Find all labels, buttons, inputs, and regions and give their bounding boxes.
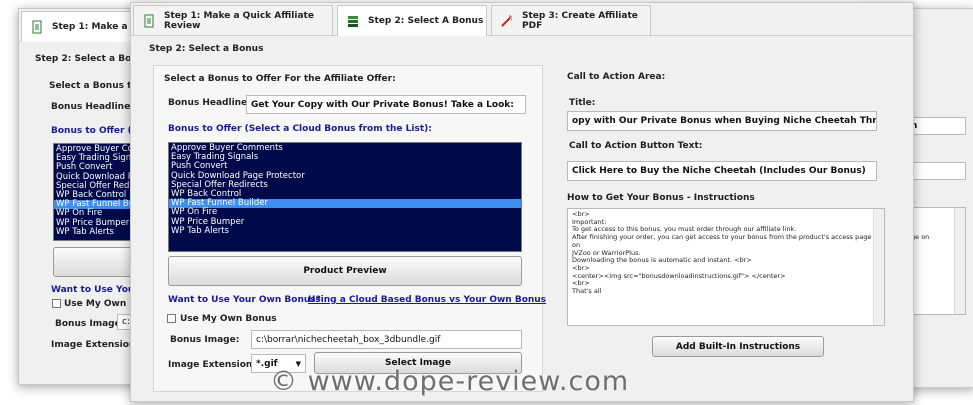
instructions-line: <br>: [572, 279, 590, 288]
document-icon: [30, 20, 44, 34]
instructions-line: That's all: [572, 287, 602, 296]
instructions-line: Downloading the bonus is automatic and i…: [572, 256, 752, 265]
use-own-checkbox[interactable]: [52, 299, 61, 308]
wand-icon: [500, 14, 514, 28]
instructions-line: <center><img src="bonusdownloadinstructi…: [572, 271, 786, 280]
stack-icon: [346, 14, 360, 28]
bonus-listbox[interactable]: Approve Buyer Comments Easy Trading Signa…: [168, 142, 522, 252]
tab-label: Step 3: Create Affiliate PDF: [522, 10, 638, 31]
instructions-line: <br>: [572, 210, 590, 218]
headline-label: Bonus Headline:: [51, 102, 134, 112]
own-bonus-question: Want to Use Your Own Bonus?: [168, 295, 321, 305]
bonus-image-label: Bonus Image:: [55, 319, 125, 329]
list-item[interactable]: WP Tab Alerts: [169, 226, 521, 236]
use-own-label: Use My Own Bonus: [180, 314, 277, 324]
section-label: Step 2: Select a Bonus: [149, 44, 264, 54]
cta-button-text-label: Call to Action Button Text:: [569, 141, 703, 151]
title-field[interactable]: opy with Our Private Bonus when Buying N…: [567, 111, 877, 131]
headline-label: Bonus Headline:: [168, 98, 251, 108]
image-extension-label: Image Extension:: [168, 360, 256, 370]
cta-area-label: Call to Action Area:: [567, 72, 666, 82]
bonus-image-label: Bonus Image:: [170, 335, 240, 345]
add-instructions-button[interactable]: Add Built-In Instructions: [652, 336, 824, 357]
bonus-offer-label: Bonus to Offer (Select a Cloud Bonus fro…: [168, 124, 432, 134]
tab-bar: Step 1: Make a Quick Affiliate Review St…: [131, 3, 913, 36]
select-bonus-title: Select a Bonus to Offer For the Affiliat…: [164, 74, 396, 84]
product-preview-button[interactable]: Product Preview: [168, 256, 522, 286]
use-own-checkbox[interactable]: [167, 314, 176, 323]
tab-step-1[interactable]: Step 1: Make a Quick Affiliate Review: [133, 5, 333, 35]
tab-label: Step 1: Make a Quick Affiliate Review: [164, 10, 314, 31]
tab-step-2[interactable]: Step 2: Select A Bonus: [337, 5, 487, 36]
tab-label: Step 2: Select A Bonus: [368, 16, 484, 26]
instructions-label: How to Get Your Bonus - Instructions: [567, 193, 755, 203]
list-item[interactable]: WP Fast Funnel Builder: [169, 199, 521, 209]
headline-field[interactable]: Get Your Copy with Our Private Bonus! Ta…: [246, 95, 526, 114]
tab-step-3[interactable]: Step 3: Create Affiliate PDF: [491, 5, 651, 35]
scrollbar[interactable]: [873, 209, 884, 325]
scrollbar[interactable]: [954, 208, 965, 314]
title-label: Title:: [569, 98, 596, 108]
watermark: © www.dope-review.com: [270, 366, 630, 397]
instructions-line: After finishing your order, you can get …: [572, 233, 872, 249]
document-icon: [142, 14, 156, 28]
cta-button-field[interactable]: Click Here to Buy the Niche Cheetah (Inc…: [567, 161, 877, 181]
bonus-comparison-link[interactable]: Using a Cloud Based Bonus vs Your Own Bo…: [308, 295, 546, 305]
instructions-area[interactable]: <br> Important: To get access to this bonu…: [567, 208, 885, 326]
bonus-image-field[interactable]: c:\borrar\nichecheetah_box_3dbundle.gif: [251, 330, 522, 349]
main-window: Step 1: Make a Quick Affiliate Review St…: [130, 2, 914, 402]
image-extension-label: Image Extension:: [51, 340, 139, 350]
